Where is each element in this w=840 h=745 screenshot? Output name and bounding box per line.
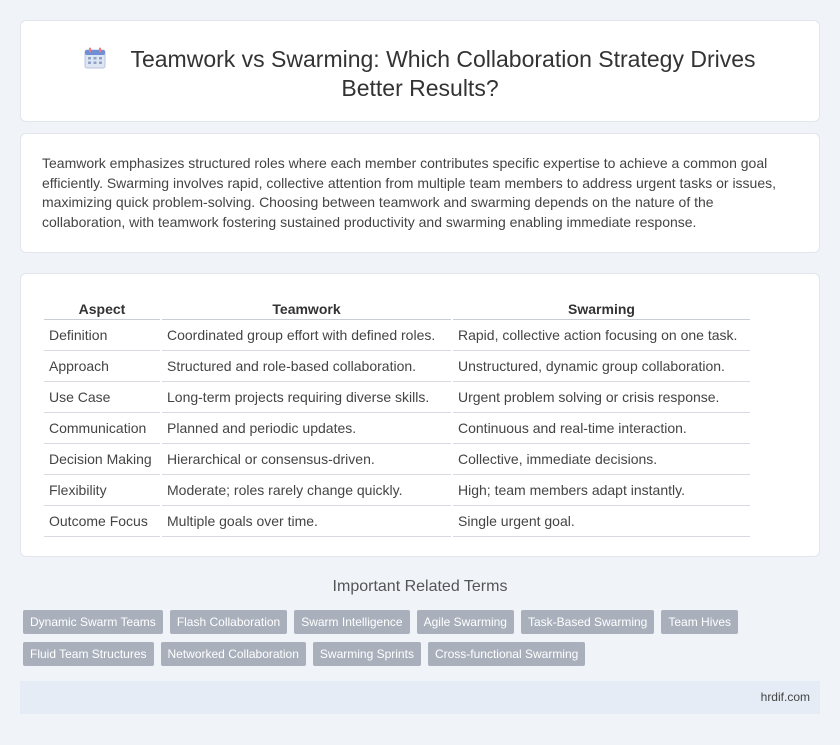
title-card: Teamwork vs Swarming: Which Collaboratio… xyxy=(20,20,820,122)
related-terms-list: Dynamic Swarm Teams Flash Collaboration … xyxy=(23,610,803,666)
cell-swarming: Urgent problem solving or crisis respons… xyxy=(453,382,750,413)
related-term-tag[interactable]: Task-Based Swarming xyxy=(520,610,655,634)
calendar-icon xyxy=(84,47,106,69)
cell-aspect: Flexibility xyxy=(44,475,160,506)
header-teamwork: Teamwork xyxy=(162,295,451,320)
related-terms-heading: Important Related Terms xyxy=(332,578,508,595)
cell-swarming: Collective, immediate decisions. xyxy=(453,444,750,475)
cell-aspect: Definition xyxy=(44,320,160,351)
page-title-wrap: Teamwork vs Swarming: Which Collaboratio… xyxy=(61,45,779,103)
cell-swarming: Continuous and real-time interaction. xyxy=(453,413,750,444)
comparison-table: Aspect Teamwork Swarming Definition Coor… xyxy=(42,295,752,537)
table-row: Approach Structured and role-based colla… xyxy=(44,351,750,382)
table-row: Definition Coordinated group effort with… xyxy=(44,320,750,351)
related-term-tag[interactable]: Team Hives xyxy=(661,610,739,634)
related-term-tag[interactable]: Swarming Sprints xyxy=(312,642,421,666)
page-title: Teamwork vs Swarming: Which Collaboratio… xyxy=(130,46,756,101)
cell-teamwork: Moderate; roles rarely change quickly. xyxy=(162,475,451,506)
cell-aspect: Approach xyxy=(44,351,160,382)
related-term-tag[interactable]: Fluid Team Structures xyxy=(23,642,154,666)
cell-teamwork: Planned and periodic updates. xyxy=(162,413,451,444)
table-row: Use Case Long-term projects requiring di… xyxy=(44,382,750,413)
cell-teamwork: Multiple goals over time. xyxy=(162,506,451,537)
comparison-card: Aspect Teamwork Swarming Definition Coor… xyxy=(20,273,820,557)
table-row: Decision Making Hierarchical or consensu… xyxy=(44,444,750,475)
footer: hrdif.com xyxy=(20,681,820,714)
cell-swarming: High; team members adapt instantly. xyxy=(453,475,750,506)
cell-teamwork: Hierarchical or consensus-driven. xyxy=(162,444,451,475)
header-aspect: Aspect xyxy=(44,295,160,320)
table-row: Communication Planned and periodic updat… xyxy=(44,413,750,444)
cell-aspect: Use Case xyxy=(44,382,160,413)
cell-swarming: Unstructured, dynamic group collaboratio… xyxy=(453,351,750,382)
cell-swarming: Single urgent goal. xyxy=(453,506,750,537)
cell-aspect: Decision Making xyxy=(44,444,160,475)
cell-aspect: Outcome Focus xyxy=(44,506,160,537)
related-term-tag[interactable]: Networked Collaboration xyxy=(160,642,306,666)
cell-teamwork: Coordinated group effort with defined ro… xyxy=(162,320,451,351)
intro-card: Teamwork emphasizes structured roles whe… xyxy=(20,133,820,253)
cell-teamwork: Structured and role-based collaboration. xyxy=(162,351,451,382)
table-row: Flexibility Moderate; roles rarely chang… xyxy=(44,475,750,506)
table-row: Outcome Focus Multiple goals over time. … xyxy=(44,506,750,537)
table-header-row: Aspect Teamwork Swarming xyxy=(44,295,750,320)
cell-aspect: Communication xyxy=(44,413,160,444)
cell-teamwork: Long-term projects requiring diverse ski… xyxy=(162,382,451,413)
header-swarming: Swarming xyxy=(453,295,750,320)
related-term-tag[interactable]: Dynamic Swarm Teams xyxy=(23,610,163,634)
footer-site-link[interactable]: hrdif.com xyxy=(761,690,810,704)
related-term-tag[interactable]: Cross-functional Swarming xyxy=(427,642,586,666)
cell-swarming: Rapid, collective action focusing on one… xyxy=(453,320,750,351)
related-term-tag[interactable]: Swarm Intelligence xyxy=(294,610,410,634)
related-term-tag[interactable]: Agile Swarming xyxy=(416,610,514,634)
related-term-tag[interactable]: Flash Collaboration xyxy=(169,610,288,634)
intro-paragraph: Teamwork emphasizes structured roles whe… xyxy=(42,155,777,230)
